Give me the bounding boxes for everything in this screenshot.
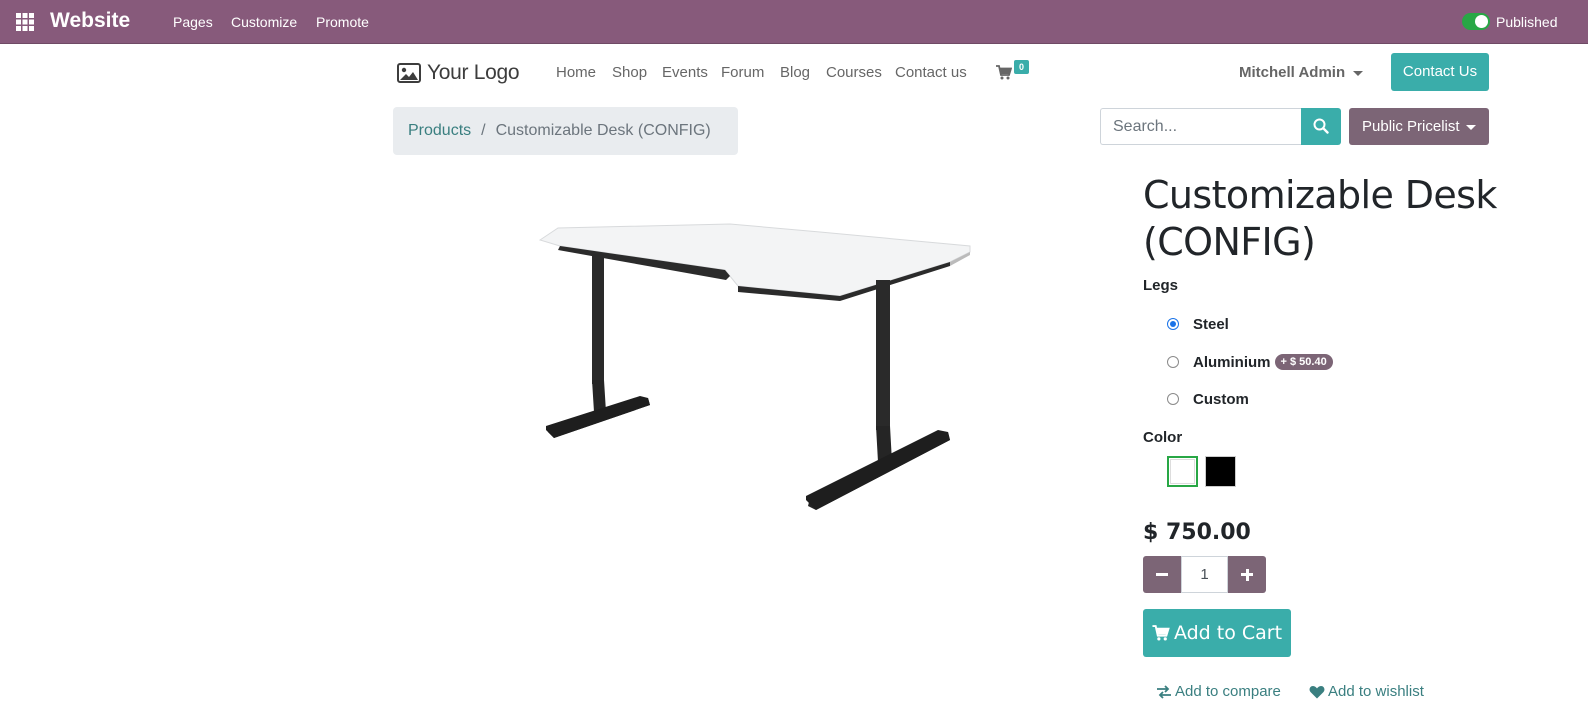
option-label: Custom [1193,390,1249,408]
site-logo[interactable]: Your Logo [397,60,520,86]
published-label[interactable]: Published [1496,14,1558,30]
color-swatch-black[interactable] [1205,456,1236,487]
add-to-wishlist-label: Add to wishlist [1328,683,1424,700]
add-to-compare-label: Add to compare [1175,683,1281,700]
nav-events[interactable]: Events [662,64,708,81]
logo-text: Your Logo [427,61,520,84]
option-label: Steel [1193,315,1229,333]
breadcrumb-separator: / [481,122,486,139]
pricelist-label: Public Pricelist [1362,118,1460,135]
option-label: Aluminium [1193,353,1271,371]
cart-count-badge: 0 [1014,60,1029,74]
admin-app-title[interactable]: Website [50,9,130,33]
nav-forum[interactable]: Forum [721,64,764,81]
apps-grid-icon[interactable] [16,13,34,31]
search-input[interactable] [1100,108,1301,145]
breadcrumb: Products / Customizable Desk (CONFIG) [393,107,738,155]
admin-menu-customize[interactable]: Customize [231,14,297,30]
breadcrumb-current: Customizable Desk (CONFIG) [495,122,711,139]
color-swatch-white[interactable] [1167,456,1198,487]
add-to-compare-link[interactable]: Add to compare [1156,683,1281,700]
admin-menu-promote[interactable]: Promote [316,14,369,30]
nav-home[interactable]: Home [556,64,596,81]
add-to-cart-label: Add to Cart [1173,622,1283,644]
quantity-increase-button[interactable] [1228,556,1266,593]
breadcrumb-products-link[interactable]: Products [408,122,471,139]
toggle-knob [1475,15,1488,28]
pricelist-dropdown[interactable]: Public Pricelist [1349,108,1489,145]
legs-option-custom[interactable]: Custom [1167,389,1249,409]
radio-button[interactable] [1167,356,1179,368]
add-to-cart-button[interactable]: Add to Cart [1143,609,1291,657]
nav-shop[interactable]: Shop [612,64,647,81]
attribute-title-legs: Legs [1143,277,1179,294]
contact-us-button[interactable]: Contact Us [1391,53,1489,91]
cart-link[interactable]: 0 [996,60,1030,84]
user-menu[interactable]: Mitchell Admin [1239,64,1364,81]
nav-courses[interactable]: Courses [826,64,882,81]
product-name: Customizable Desk (CONFIG) [1143,173,1497,264]
admin-menu-pages[interactable]: Pages [173,14,213,30]
caret-down-icon [1353,70,1364,76]
extra-price-badge: + $ 50.40 [1274,354,1333,370]
attribute-title-color: Color [1143,429,1183,446]
exchange-icon [1157,684,1171,699]
user-name: Mitchell Admin [1239,64,1346,81]
quantity-input[interactable] [1181,556,1228,593]
product-price: $ 750.00 [1143,520,1251,545]
search-icon [1313,118,1329,134]
nav-blog[interactable]: Blog [780,64,810,81]
caret-down-icon [1465,124,1476,130]
nav-contact-us[interactable]: Contact us [895,64,967,81]
legs-option-aluminium[interactable]: Aluminium + $ 50.40 [1167,352,1333,372]
quantity-decrease-button[interactable] [1143,556,1181,593]
add-to-wishlist-link[interactable]: Add to wishlist [1309,683,1424,700]
radio-button[interactable] [1167,318,1179,330]
image-icon [397,63,421,83]
product-image[interactable] [520,200,990,530]
heart-icon [1309,685,1325,698]
shopping-cart-icon [1152,625,1170,641]
search-button[interactable] [1301,108,1341,145]
published-toggle[interactable] [1462,13,1490,30]
legs-option-steel[interactable]: Steel [1167,314,1229,334]
shopping-cart-icon [996,65,1012,80]
admin-bar: Website Pages Customize Promote Publishe… [0,0,1588,44]
radio-button[interactable] [1167,393,1179,405]
